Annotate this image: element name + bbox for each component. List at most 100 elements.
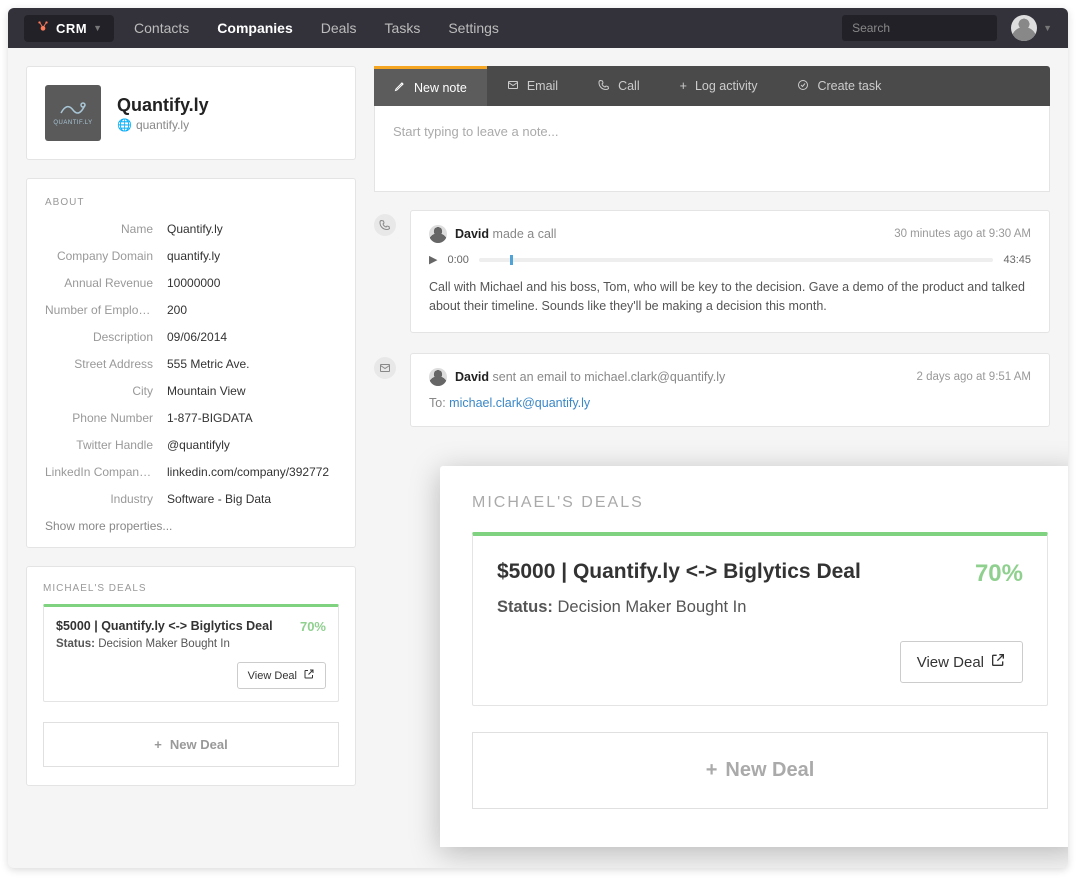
note-input[interactable]: Start typing to leave a note... <box>374 106 1050 192</box>
property-label: Company Domain <box>45 249 153 263</box>
property-label: Industry <box>45 492 153 506</box>
play-icon[interactable]: ▶ <box>429 253 437 266</box>
property-value[interactable]: 09/06/2014 <box>167 330 227 344</box>
property-label: Number of Employ... <box>45 303 153 317</box>
about-card: ABOUT Name Quantify.ly Company Domain quant… <box>26 178 356 548</box>
timeline-item-call: David made a call 30 minutes ago at 9:30… <box>374 210 1050 333</box>
timeline-action: David sent an email to michael.clark@qua… <box>455 370 725 384</box>
deals-section-title: MICHAEL'S DEALS <box>43 583 339 594</box>
company-header-card: QUANTIF.LY Quantify.ly 🌐 quantify.ly <box>26 66 356 160</box>
property-label: Annual Revenue <box>45 276 153 290</box>
company-domain[interactable]: 🌐 quantify.ly <box>117 118 209 132</box>
tab-log-activity[interactable]: + Log activity <box>660 66 778 106</box>
property-label: City <box>45 384 153 398</box>
property-row: Annual Revenue 10000000 <box>45 276 337 290</box>
property-row: Industry Software - Big Data <box>45 492 337 506</box>
property-label: Twitter Handle <box>45 438 153 452</box>
deal-title: $5000 | Quantify.ly <-> Biglytics Deal <box>56 619 273 633</box>
about-title: ABOUT <box>45 197 337 208</box>
audio-progress[interactable] <box>479 258 994 262</box>
deal-status: Status: Decision Maker Bought In <box>56 638 326 650</box>
timeline-action: David made a call <box>455 227 556 241</box>
brand-dropdown[interactable]: CRM ▼ <box>24 15 114 42</box>
property-label: Street Address <box>45 357 153 371</box>
nav-tasks[interactable]: Tasks <box>385 20 421 36</box>
property-value[interactable]: 555 Metric Ave. <box>167 357 250 371</box>
property-row: LinkedIn Company... linkedin.com/company/… <box>45 465 337 479</box>
activity-tabs: New note Email Call + Log activity Creat… <box>374 66 1050 106</box>
property-value[interactable]: Quantify.ly <box>167 222 223 236</box>
property-value[interactable]: 1-877-BIGDATA <box>167 411 253 425</box>
property-row: City Mountain View <box>45 384 337 398</box>
email-to: To: michael.clark@quantify.ly <box>429 396 1031 410</box>
property-row: Company Domain quantify.ly <box>45 249 337 263</box>
property-value[interactable]: quantify.ly <box>167 249 220 263</box>
new-deal-button[interactable]: + New Deal <box>472 732 1048 809</box>
audio-player[interactable]: ▶ 0:00 43:45 <box>429 253 1031 266</box>
mail-icon <box>507 79 519 94</box>
actor-avatar <box>429 225 447 243</box>
timeline-item-email: David sent an email to michael.clark@qua… <box>374 353 1050 427</box>
deal-status: Status: Decision Maker Bought In <box>497 598 1023 617</box>
property-row: Phone Number 1-877-BIGDATA <box>45 411 337 425</box>
property-row: Number of Employ... 200 <box>45 303 337 317</box>
search-input[interactable] <box>842 15 997 41</box>
deal-row: $5000 | Quantify.ly <-> Biglytics Deal 7… <box>43 604 339 702</box>
view-deal-button[interactable]: View Deal <box>900 641 1023 683</box>
property-value[interactable]: @quantifyly <box>167 438 230 452</box>
show-more-properties[interactable]: Show more properties... <box>45 519 337 533</box>
tab-call[interactable]: Call <box>578 66 660 106</box>
plus-icon: + <box>154 737 162 752</box>
property-label: LinkedIn Company... <box>45 465 153 479</box>
new-deal-button[interactable]: + New Deal <box>43 722 339 767</box>
property-value[interactable]: 200 <box>167 303 187 317</box>
deals-overlay-panel: MICHAEL'S DEALS $5000 | Quantify.ly <-> … <box>440 466 1068 847</box>
top-nav: CRM ▼ Contacts Companies Deals Tasks Set… <box>8 8 1068 48</box>
nav-contacts[interactable]: Contacts <box>134 20 189 36</box>
globe-icon: 🌐 <box>117 118 132 132</box>
external-link-icon <box>990 652 1006 672</box>
property-value[interactable]: Software - Big Data <box>167 492 271 506</box>
view-deal-button[interactable]: View Deal <box>237 662 326 689</box>
property-label: Description <box>45 330 153 344</box>
user-avatar[interactable] <box>1011 15 1037 41</box>
property-value[interactable]: Mountain View <box>167 384 246 398</box>
property-value[interactable]: linkedin.com/company/392772 <box>167 465 329 479</box>
email-recipient-link[interactable]: michael.clark@quantify.ly <box>449 396 590 410</box>
mail-icon <box>374 357 396 379</box>
property-row: Twitter Handle @quantifyly <box>45 438 337 452</box>
brand-label: CRM <box>56 21 87 36</box>
chevron-down-icon: ▼ <box>1043 23 1052 33</box>
timeline: David made a call 30 minutes ago at 9:30… <box>374 210 1050 427</box>
tab-new-note[interactable]: New note <box>374 66 487 106</box>
property-row: Name Quantify.ly <box>45 222 337 236</box>
company-name: Quantify.ly <box>117 95 209 116</box>
overlay-title: MICHAEL'S DEALS <box>472 494 1048 512</box>
company-logo: QUANTIF.LY <box>45 85 101 141</box>
nav-companies[interactable]: Companies <box>217 20 292 36</box>
nav-settings[interactable]: Settings <box>448 20 499 36</box>
property-row: Street Address 555 Metric Ave. <box>45 357 337 371</box>
plus-icon: + <box>680 79 687 93</box>
chevron-down-icon: ▼ <box>93 23 102 33</box>
phone-icon <box>374 214 396 236</box>
deal-row: $5000 | Quantify.ly <-> Biglytics Deal 7… <box>472 532 1048 706</box>
check-circle-icon <box>797 79 809 94</box>
phone-icon <box>598 79 610 94</box>
timeline-time: 2 days ago at 9:51 AM <box>917 371 1031 383</box>
deals-card-small: MICHAEL'S DEALS $5000 | Quantify.ly <-> … <box>26 566 356 786</box>
nav-links: Contacts Companies Deals Tasks Settings <box>134 20 842 36</box>
tab-email[interactable]: Email <box>487 66 578 106</box>
deal-percent: 70% <box>975 560 1023 588</box>
deal-percent: 70% <box>300 619 326 634</box>
deal-title: $5000 | Quantify.ly <-> Biglytics Deal <box>497 560 861 584</box>
nav-deals[interactable]: Deals <box>321 20 357 36</box>
plus-icon: + <box>706 759 718 782</box>
tab-create-task[interactable]: Create task <box>777 66 901 106</box>
timeline-time: 30 minutes ago at 9:30 AM <box>894 228 1031 240</box>
property-row: Description 09/06/2014 <box>45 330 337 344</box>
property-label: Phone Number <box>45 411 153 425</box>
hubspot-icon <box>36 19 50 38</box>
property-label: Name <box>45 222 153 236</box>
property-value[interactable]: 10000000 <box>167 276 220 290</box>
